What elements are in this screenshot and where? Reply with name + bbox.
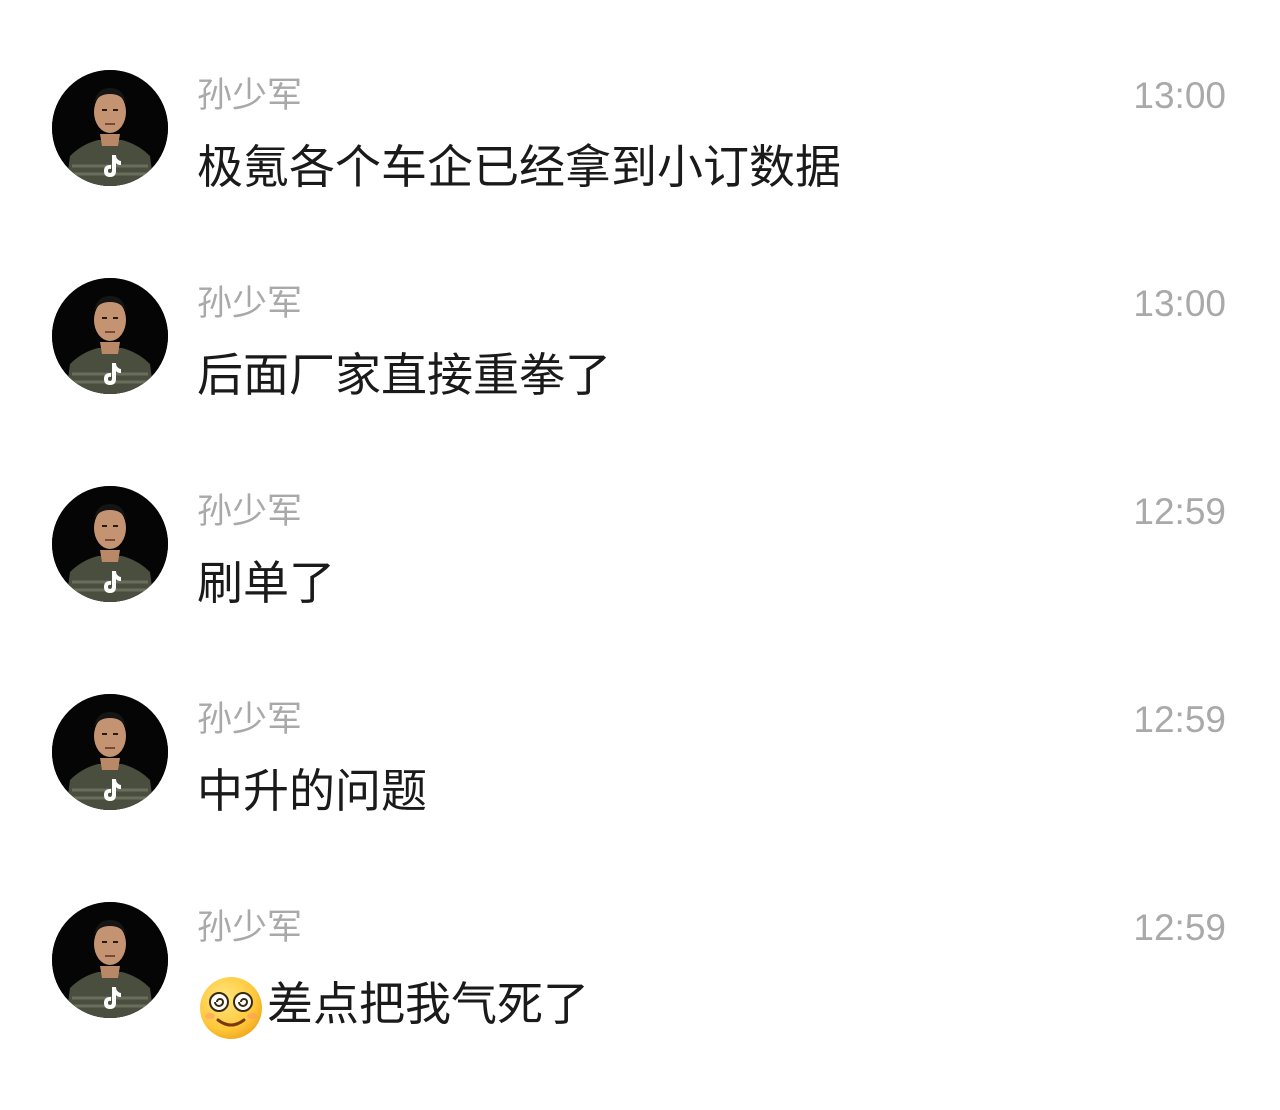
sender-name: 孙少军 xyxy=(197,76,303,116)
sender-name: 孙少军 xyxy=(197,908,303,948)
message-time: 12:59 xyxy=(1133,699,1226,740)
message-text: 差点把我气死了 xyxy=(197,970,589,1039)
sender-name: 孙少军 xyxy=(197,700,303,740)
sender-name: 孙少军 xyxy=(197,492,303,532)
message-text: 后面厂家直接重拳了 xyxy=(197,346,611,404)
chat-message[interactable]: 孙少军 13:00 极氪各个车企已经拿到小订数据 xyxy=(0,0,1280,194)
chat-message[interactable]: 孙少军 12:59 差点把我气死了 xyxy=(0,832,1280,1039)
dizzy-smile-emoji-icon xyxy=(197,974,265,1042)
sender-name: 孙少军 xyxy=(197,284,303,324)
message-text: 极氪各个车企已经拿到小订数据 xyxy=(197,138,841,196)
tiktok-logo-icon xyxy=(99,569,123,595)
message-text: 刷单了 xyxy=(197,554,335,612)
message-time: 13:00 xyxy=(1133,75,1226,116)
message-text-content: 差点把我气死了 xyxy=(267,977,589,1031)
message-time: 12:59 xyxy=(1133,907,1226,948)
tiktok-logo-icon xyxy=(99,985,123,1011)
tiktok-logo-icon xyxy=(99,361,123,387)
message-text-content: 极氪各个车企已经拿到小订数据 xyxy=(197,140,841,194)
tiktok-logo-icon xyxy=(99,777,123,803)
message-time: 13:00 xyxy=(1133,283,1226,324)
chat-message[interactable]: 孙少军 12:59 中升的问题 xyxy=(0,624,1280,818)
message-time: 12:59 xyxy=(1133,491,1226,532)
chat-message[interactable]: 孙少军 12:59 刷单了 xyxy=(0,416,1280,610)
message-text-content: 刷单了 xyxy=(197,556,335,610)
message-text: 中升的问题 xyxy=(197,762,427,820)
chat-message-list: 孙少军 13:00 极氪各个车企已经拿到小订数据 孙少军 13:00 后面厂家直… xyxy=(0,0,1280,1110)
message-text-content: 后面厂家直接重拳了 xyxy=(197,348,611,402)
tiktok-logo-icon xyxy=(99,153,123,179)
message-text-content: 中升的问题 xyxy=(197,764,427,818)
chat-message[interactable]: 孙少军 13:00 后面厂家直接重拳了 xyxy=(0,208,1280,402)
